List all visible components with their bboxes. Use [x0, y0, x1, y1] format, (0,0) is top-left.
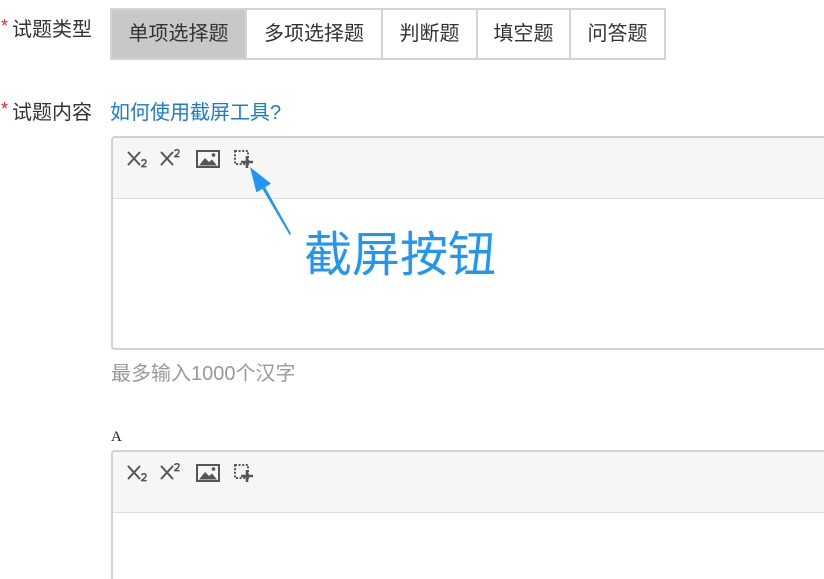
option-a-editor: [111, 450, 824, 579]
screenshot-icon[interactable]: [234, 150, 254, 175]
subscript-icon[interactable]: [127, 148, 149, 175]
required-mark: *: [1, 16, 9, 36]
screenshot-help-link[interactable]: 如何使用截屏工具?: [110, 101, 281, 125]
content-length-hint: 最多输入1000个汉字: [111, 363, 296, 385]
option-a-label: A: [111, 429, 122, 445]
annotation-label: 截屏按钮: [304, 229, 497, 282]
editor-toolbar: [113, 138, 824, 199]
subscript-icon[interactable]: [127, 462, 149, 489]
tab-essay[interactable]: 问答题: [571, 8, 666, 60]
question-content-label: 试题内容: [12, 102, 92, 124]
required-mark: *: [1, 99, 9, 119]
screenshot-icon[interactable]: [234, 464, 254, 489]
tab-fill-blank[interactable]: 填空题: [478, 8, 571, 60]
image-icon[interactable]: [196, 464, 220, 487]
tab-single-choice[interactable]: 单项选择题: [110, 8, 247, 60]
question-type-label: 试题类型: [12, 19, 92, 41]
option-a-input[interactable]: [113, 513, 824, 579]
question-type-tabs: 单项选择题 多项选择题 判断题 填空题 问答题: [110, 8, 666, 60]
superscript-icon[interactable]: [160, 462, 182, 489]
superscript-icon[interactable]: [160, 148, 182, 175]
editor-toolbar: [113, 452, 824, 513]
image-icon[interactable]: [196, 150, 220, 173]
tab-multiple-choice[interactable]: 多项选择题: [247, 8, 383, 60]
tab-true-false[interactable]: 判断题: [383, 8, 478, 60]
